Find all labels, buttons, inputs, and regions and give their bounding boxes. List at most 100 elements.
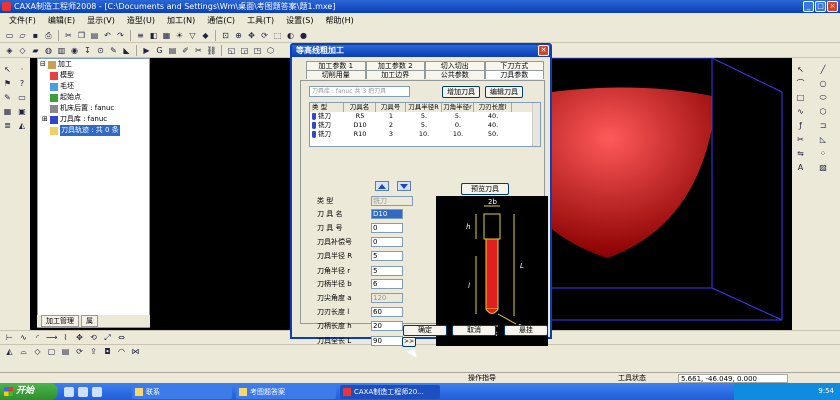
line-style-icon[interactable]: ≡ (135, 30, 146, 41)
tab-lead-in-out[interactable]: 切入切出 (425, 61, 485, 70)
equation-tool-icon[interactable]: ƒ (795, 120, 806, 131)
corner-machining-icon[interactable]: ◣ (121, 45, 132, 56)
comp-number-field[interactable]: 0 (371, 236, 403, 247)
pan-icon[interactable]: ✥ (246, 30, 257, 41)
sew-icon[interactable]: ⋈ (130, 346, 141, 357)
layer-icon[interactable]: ▦ (161, 30, 172, 41)
arc-tool-icon[interactable]: ⌒ (795, 78, 806, 89)
tree-item-start-point[interactable]: 起始点 (38, 92, 149, 103)
stack-icon[interactable]: ≣ (2, 120, 13, 131)
tree-item-machine-post[interactable]: 机床后置 : fanuc (38, 103, 149, 114)
mirror-tool-icon[interactable]: ⇋ (795, 148, 806, 159)
scale-icon[interactable]: ⤢ (102, 332, 113, 343)
ruled-surface-icon[interactable]: ▤ (60, 346, 71, 357)
break-icon[interactable]: ⌇ (60, 332, 71, 343)
tab-plunge-mode[interactable]: 下刀方式 (484, 61, 544, 70)
expand-icon[interactable]: ⊞ (42, 114, 48, 125)
tab-common-params[interactable]: 公共参数 (425, 70, 485, 79)
tool-number-field[interactable]: 0 (371, 222, 403, 233)
print-icon[interactable]: ⎙ (43, 30, 54, 41)
total-length-field[interactable]: 90 (371, 335, 403, 346)
tool-name-field[interactable]: D10 (371, 208, 403, 219)
shell-icon[interactable]: ◘ (102, 346, 113, 357)
tab-properties[interactable]: 属 (81, 315, 98, 327)
ok-button[interactable]: 确定 (403, 325, 447, 336)
render-icon[interactable]: ● (298, 30, 309, 41)
media-icon[interactable] (92, 386, 102, 397)
surface-icon[interactable]: ◭ (17, 120, 28, 131)
paste-icon[interactable]: ▤ (89, 30, 100, 41)
menu-settings[interactable]: 设置(S) (281, 15, 318, 26)
ellipse-tool-icon[interactable]: ⬭ (818, 92, 829, 103)
copy-icon[interactable]: ❐ (76, 30, 87, 41)
wireframe-icon[interactable]: ⬚ (272, 30, 283, 41)
gcode-icon[interactable]: G (154, 45, 165, 56)
tree-item-model[interactable]: 模型 (38, 70, 149, 81)
report-icon[interactable]: ▤ (167, 45, 178, 56)
move-down-button[interactable] (397, 181, 411, 191)
tip-angle-field[interactable]: 120 (371, 292, 403, 303)
shank-radius-field[interactable]: 6 (371, 278, 403, 289)
table-row[interactable]: 铣刀 D10 2 5. 0. 40. (310, 121, 540, 130)
trim-path-icon[interactable]: ✂ (193, 45, 204, 56)
tree-item-tool-library[interactable]: ⊞ 刀具库 : fanuc (38, 114, 149, 125)
select-icon[interactable]: ↖ (2, 64, 13, 75)
scallop-machining-icon[interactable]: ◉ (69, 45, 80, 56)
top-view-icon[interactable]: ◲ (239, 45, 250, 56)
light-icon[interactable]: ☀ (174, 30, 185, 41)
zoom-window-icon[interactable]: ⊡ (220, 30, 231, 41)
open-icon[interactable]: ▱ (17, 30, 28, 41)
edit-path-icon[interactable]: ✐ (180, 45, 191, 56)
move-icon[interactable]: ✥ (74, 332, 85, 343)
preview-tool-button[interactable]: 预览刀具 (461, 183, 509, 195)
menu-file[interactable]: 文件(F) (4, 15, 41, 26)
cut-icon[interactable]: ✂ (63, 30, 74, 41)
sweep-icon[interactable]: ⌓ (18, 346, 29, 357)
undo-icon[interactable]: ↶ (102, 30, 113, 41)
move-up-button[interactable] (375, 181, 389, 191)
plunge-machining-icon[interactable]: ↧ (82, 45, 93, 56)
hatch-tool-icon[interactable]: ▨ (818, 162, 829, 173)
cancel-button[interactable]: 取消 (452, 325, 496, 336)
menu-communication[interactable]: 通信(C) (202, 15, 240, 26)
start-button[interactable]: 开始 (0, 383, 58, 400)
taskbar-item-caxa[interactable]: CAXA制造工程师20... (340, 384, 440, 399)
pencil-icon[interactable]: ✎ (2, 92, 13, 103)
point-tool-icon[interactable]: ↖ (795, 64, 806, 75)
polygon-tool-icon[interactable]: ⬡ (818, 106, 829, 117)
menu-tools[interactable]: 工具(T) (242, 15, 279, 26)
pencil-machining-icon[interactable]: ✎ (108, 45, 119, 56)
menu-edit[interactable]: 编辑(E) (43, 15, 80, 26)
close-window-button[interactable]: × (827, 1, 838, 12)
spline-tool-icon[interactable]: ∿ (795, 106, 806, 117)
tab-cutting-params[interactable]: 切削用量 (306, 70, 366, 79)
rough-machining-icon[interactable]: ◈ (4, 45, 15, 56)
fillet-surface-icon[interactable]: ◠ (116, 346, 127, 357)
menu-modeling[interactable]: 造型(U) (122, 15, 160, 26)
line-tool-icon[interactable]: ╱ (818, 64, 829, 75)
mark-icon[interactable]: ⚑ (2, 78, 13, 89)
flute-length-field[interactable]: 60 (371, 306, 403, 317)
tool-type-select[interactable]: 铣刀 (371, 195, 413, 206)
save-icon[interactable]: ▪ (30, 30, 41, 41)
fillet-icon[interactable]: ◜ (32, 332, 43, 343)
menu-view[interactable]: 显示(V) (82, 15, 120, 26)
circle-tool-icon[interactable]: ○ (818, 78, 829, 89)
finish-machining-icon[interactable]: ◇ (17, 45, 28, 56)
parallel-machining-icon[interactable]: ▥ (56, 45, 67, 56)
boundary-surface-icon[interactable]: ▢ (46, 346, 57, 357)
surface-tool-icon[interactable]: ◭ (4, 346, 15, 357)
material-icon[interactable]: ◆ (200, 30, 211, 41)
zoom-icon[interactable]: ⊕ (233, 30, 244, 41)
tab-tool-params[interactable]: 刀具参数 (484, 70, 544, 79)
contour-machining-icon[interactable]: ◍ (43, 45, 54, 56)
grid-icon[interactable]: ▦ (2, 106, 13, 117)
point-icon[interactable]: · (17, 64, 28, 75)
chamfer-tool-icon[interactable]: ◺ (818, 134, 829, 145)
more-button[interactable]: >> (402, 337, 416, 347)
taskbar-item-contact[interactable]: 联系 (132, 384, 232, 399)
maximize-button[interactable]: □ (815, 1, 826, 12)
rectangle-tool-icon[interactable]: □ (795, 92, 806, 103)
tree-item-toolpath[interactable]: 刀具轨迹 : 共 0 条 (38, 125, 149, 136)
extend-icon[interactable]: ⟶ (46, 332, 57, 343)
